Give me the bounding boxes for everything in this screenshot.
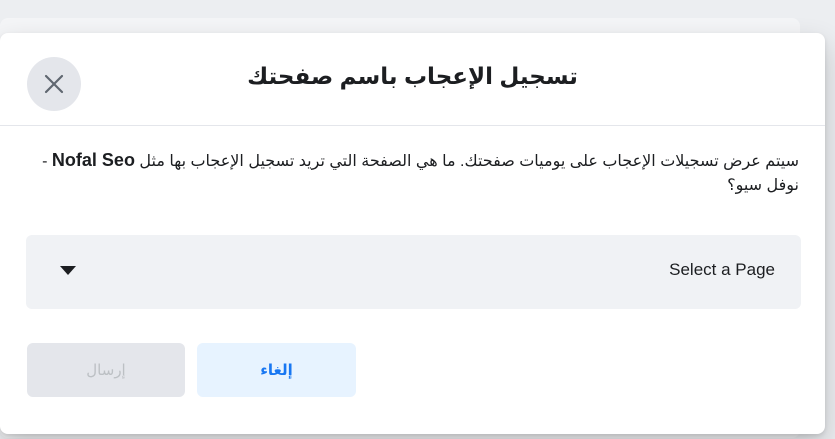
- page-name: Nofal Seo: [51, 150, 135, 170]
- close-icon: [44, 74, 64, 94]
- page-select-label: Select a Page: [669, 260, 775, 279]
- dialog-description: سيتم عرض تسجيلات الإعجاب على يوميات صفحت…: [26, 148, 799, 198]
- page-select-dropdown[interactable]: Select a Page: [26, 235, 801, 309]
- description-text: سيتم عرض تسجيلات الإعجاب على يوميات صفحت…: [134, 153, 799, 170]
- send-button[interactable]: إرسال: [27, 343, 185, 397]
- cancel-button[interactable]: إلغاء: [197, 343, 356, 397]
- close-button[interactable]: [27, 57, 81, 111]
- dialog-header: تسجيل الإعجاب باسم صفحتك: [0, 33, 825, 126]
- like-as-page-dialog: تسجيل الإعجاب باسم صفحتك سيتم عرض تسجيلا…: [0, 33, 825, 434]
- dialog-title: تسجيل الإعجاب باسم صفحتك: [247, 63, 578, 89]
- caret-down-icon: [60, 266, 76, 275]
